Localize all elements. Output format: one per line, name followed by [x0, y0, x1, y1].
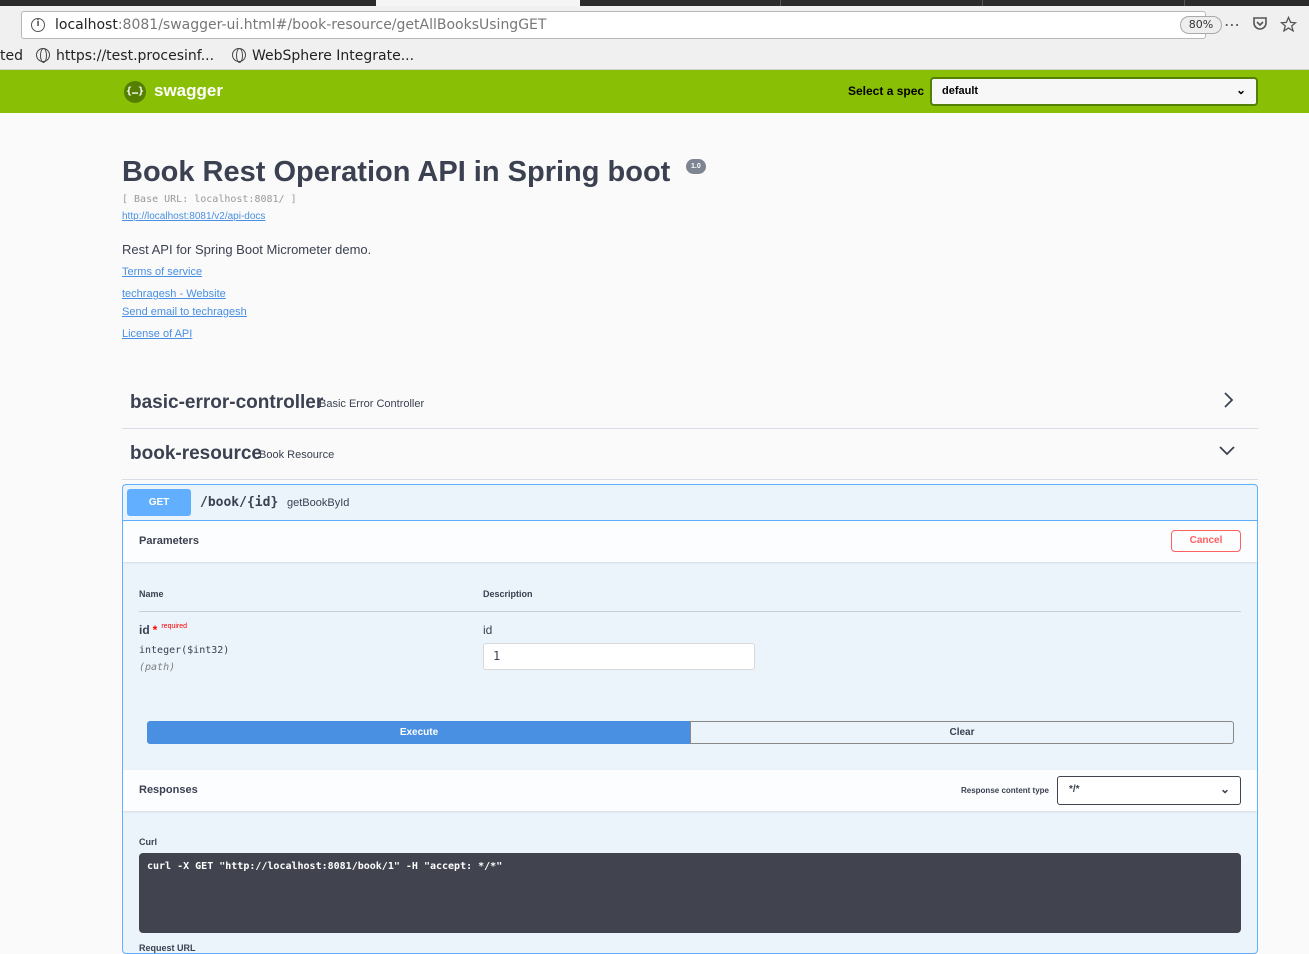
chevron-down-icon — [1218, 441, 1236, 466]
website-link[interactable]: techragesh - Website — [122, 288, 226, 300]
email-link[interactable]: Send email to techragesh — [122, 306, 247, 318]
required-label: required — [161, 623, 188, 630]
site-info-icon[interactable]: i — [31, 18, 45, 32]
tag-name: basic-error-controller — [130, 392, 324, 413]
api-title: Book Rest Operation API in Spring boot — [122, 156, 671, 188]
column-header-name: Name — [139, 589, 164, 599]
response-content-type-label: Response content type — [960, 786, 1049, 795]
version-badge: 1.0 — [686, 159, 706, 174]
method-badge: GET — [127, 489, 191, 516]
responses-title: Responses — [139, 784, 198, 796]
parameter-name: id * required — [139, 623, 187, 637]
swagger-logo-text[interactable]: swagger — [154, 81, 223, 101]
cancel-button[interactable]: Cancel — [1171, 530, 1241, 552]
swagger-logo-icon[interactable]: {…} — [124, 81, 146, 103]
clear-button[interactable]: Clear — [690, 721, 1234, 744]
tag-basic-error-controller[interactable]: basic-error-controller Basic Error Contr… — [122, 378, 1258, 429]
parameter-location: (path) — [139, 662, 176, 673]
chevron-right-icon — [1222, 390, 1236, 415]
spec-select-value: default — [942, 85, 979, 97]
divider — [139, 611, 1241, 612]
bookmark-item[interactable]: https://test.procesinf... — [36, 48, 214, 64]
base-url: [ Base URL: localhost:8081/ ] — [122, 194, 297, 205]
url-path: :8081/swagger-ui.html#/book-resource/get… — [117, 17, 547, 33]
star-icon[interactable] — [1279, 15, 1298, 37]
api-docs-link[interactable]: http://localhost:8081/v2/api-docs — [122, 211, 265, 222]
response-content-type-value: */* — [1069, 784, 1080, 795]
url-host: localhost — [55, 17, 118, 33]
bookmarks-toolbar: ted https://test.procesinf... WebSphere … — [0, 46, 1309, 70]
request-url-label: Request URL — [139, 943, 196, 953]
operation-id: getBookById — [287, 497, 350, 509]
parameter-name-text: id — [139, 623, 150, 637]
tag-book-resource[interactable]: book-resource Book Resource — [122, 429, 1258, 480]
opblock-get-book-by-id: GET /book/{id} getBookById Parameters Ca… — [122, 484, 1258, 954]
spec-select[interactable]: default ⌄ — [930, 77, 1258, 106]
bookmark-label: https://test.procesinf... — [56, 48, 215, 64]
response-content-type-select[interactable]: */* ⌄ — [1057, 776, 1241, 805]
responses-header: Responses Response content type */* ⌄ — [123, 770, 1257, 811]
required-star: * — [152, 623, 158, 637]
parameters-header: Parameters Cancel — [123, 521, 1257, 562]
bookmark-item[interactable]: WebSphere Integrate... — [232, 48, 414, 64]
globe-icon — [232, 48, 246, 63]
chevron-down-icon: ⌄ — [1235, 83, 1246, 97]
tag-name: book-resource — [130, 443, 262, 464]
curl-command[interactable]: curl -X GET "http://localhost:8081/book/… — [139, 853, 1241, 933]
parameters-title: Parameters — [139, 535, 199, 547]
bookmark-item[interactable]: ted — [0, 48, 23, 64]
zoom-level-badge[interactable]: 80% — [1180, 16, 1222, 34]
bookmark-label: WebSphere Integrate... — [252, 48, 415, 64]
execute-button[interactable]: Execute — [147, 721, 691, 744]
swagger-topbar: {…} swagger Select a spec default ⌄ — [0, 70, 1309, 113]
globe-icon — [36, 48, 50, 63]
pocket-icon[interactable] — [1252, 16, 1268, 36]
curl-label: Curl — [139, 837, 157, 847]
page-actions-icon[interactable]: ⋯ — [1224, 16, 1240, 34]
execute-wrapper: Execute Clear — [147, 721, 1234, 744]
id-input[interactable]: 1 — [483, 643, 755, 670]
column-header-description: Description — [483, 589, 533, 599]
api-description: Rest API for Spring Boot Micrometer demo… — [122, 242, 372, 257]
parameter-type: integer($int32) — [139, 645, 230, 656]
url-text[interactable]: localhost:8081/swagger-ui.html#/book-res… — [55, 17, 546, 33]
terms-of-service-link[interactable]: Terms of service — [122, 266, 202, 278]
parameter-description: id — [483, 623, 493, 637]
url-bar[interactable]: i localhost:8081/swagger-ui.html#/book-r… — [21, 11, 1222, 39]
chevron-down-icon: ⌄ — [1219, 782, 1230, 796]
tag-description: Basic Error Controller — [319, 398, 425, 410]
license-link[interactable]: License of API — [122, 328, 192, 340]
tag-description: Book Resource — [259, 449, 335, 461]
opblock-summary[interactable]: GET /book/{id} getBookById — [123, 485, 1257, 521]
navigation-bar: i localhost:8081/swagger-ui.html#/book-r… — [0, 6, 1309, 46]
operation-path: /book/{id} — [200, 495, 279, 510]
select-spec-label: Select a spec — [848, 84, 925, 98]
